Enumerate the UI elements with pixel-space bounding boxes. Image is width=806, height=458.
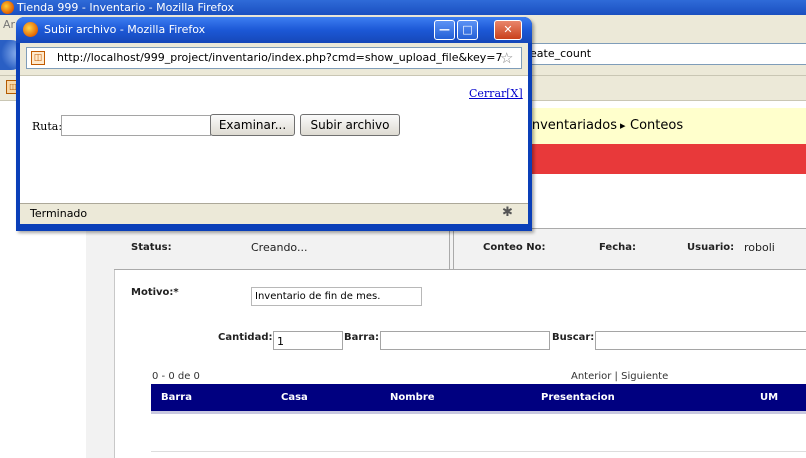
- breadcrumb: Inventariados ▸ Conteos: [528, 108, 806, 144]
- count-info-row: Status: Creando... Conteo No: Fecha: Usu…: [114, 228, 806, 270]
- barra-input[interactable]: [380, 331, 550, 350]
- cantidad-label: Cantidad:: [218, 332, 273, 343]
- popup-url-text: http://localhost/999_project/inventario/…: [57, 51, 503, 64]
- menu-item-fragment[interactable]: Ar: [3, 18, 15, 31]
- popup-url-toolbar: ◫ http://localhost/999_project/inventari…: [20, 43, 528, 75]
- maximize-button[interactable]: □: [457, 20, 478, 40]
- table-body: [151, 414, 806, 452]
- popup-url-field[interactable]: ◫ http://localhost/999_project/inventari…: [26, 47, 522, 69]
- table-header: Barra Casa Nombre Presentacion UM: [151, 384, 806, 414]
- pager-links[interactable]: Anterior | Siguiente: [571, 371, 668, 382]
- column-header-barra: Barra: [161, 392, 192, 403]
- breadcrumb-separator-icon: ▸: [620, 119, 626, 132]
- firefox-icon: [23, 22, 38, 37]
- popup-status-bar: Terminado ✱: [20, 203, 528, 224]
- divider: [453, 229, 454, 269]
- pager-count: 0 - 0 de 0: [152, 371, 200, 382]
- upload-file-button[interactable]: Subir archivo: [300, 114, 400, 136]
- barra-label: Barra:: [344, 332, 379, 343]
- firefox-icon: [1, 1, 14, 14]
- motivo-input[interactable]: Inventario de fin de mes.: [251, 287, 422, 306]
- page-icon: ◫: [31, 51, 45, 65]
- file-path-input[interactable]: [61, 115, 211, 136]
- buscar-input[interactable]: [595, 331, 806, 350]
- close-link[interactable]: Cerrar[X]: [469, 87, 523, 100]
- breadcrumb-conteos[interactable]: Conteos: [630, 108, 683, 144]
- browse-button[interactable]: Examinar...: [210, 114, 295, 136]
- motivo-label: Motivo:*: [131, 287, 179, 298]
- bookmark-star-icon[interactable]: ☆: [500, 50, 513, 66]
- popup-titlebar[interactable]: Subir archivo - Mozilla Firefox — □ ✕: [16, 17, 532, 43]
- cantidad-input[interactable]: 1: [273, 331, 343, 350]
- main-url-bar[interactable]: eate_count: [527, 43, 806, 65]
- breadcrumb-inventariados[interactable]: Inventariados: [528, 108, 617, 144]
- usuario-label: Usuario:: [687, 242, 735, 253]
- divider: [449, 229, 450, 269]
- status-label: Status:: [131, 242, 172, 253]
- popup-title: Subir archivo - Mozilla Firefox: [44, 23, 206, 36]
- bug-icon[interactable]: ✱: [502, 205, 513, 220]
- upload-popup-window: Subir archivo - Mozilla Firefox — □ ✕ ◫ …: [16, 17, 532, 231]
- buscar-label: Buscar:: [552, 332, 595, 343]
- column-header-casa: Casa: [281, 392, 308, 403]
- minimize-button[interactable]: —: [434, 20, 455, 40]
- main-window-titlebar[interactable]: Tienda 999 - Inventario - Mozilla Firefo…: [0, 0, 806, 15]
- column-header-presentacion: Presentacion: [541, 392, 615, 403]
- conteo-no-label: Conteo No:: [483, 242, 546, 253]
- close-window-button[interactable]: ✕: [494, 20, 522, 40]
- status-text: Terminado: [30, 207, 88, 220]
- column-header-nombre: Nombre: [390, 392, 435, 403]
- status-value: Creando...: [251, 241, 308, 254]
- fecha-label: Fecha:: [599, 242, 637, 253]
- usuario-value: roboli: [744, 241, 775, 254]
- main-window-title: Tienda 999 - Inventario - Mozilla Firefo…: [17, 1, 234, 14]
- popup-body: Cerrar[X] Ruta: Examinar... Subir archiv…: [20, 75, 528, 204]
- column-header-um: UM: [760, 392, 779, 403]
- ruta-label: Ruta:: [32, 120, 63, 133]
- red-banner: [528, 144, 806, 174]
